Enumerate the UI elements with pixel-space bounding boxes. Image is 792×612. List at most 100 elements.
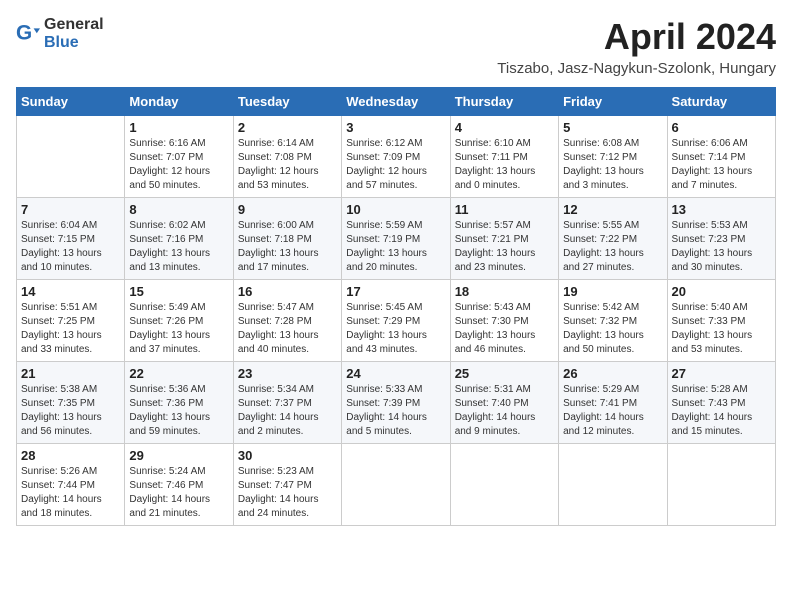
calendar-cell: 8 Sunrise: 6:02 AM Sunset: 7:16 PM Daylig… [125, 198, 233, 280]
day-number: 25 [455, 366, 554, 381]
calendar-header-row: SundayMondayTuesdayWednesdayThursdayFrid… [17, 88, 776, 116]
day-number: 13 [672, 202, 771, 217]
day-number: 11 [455, 202, 554, 217]
calendar-cell: 12 Sunrise: 5:55 AM Sunset: 7:22 PM Dayli… [559, 198, 667, 280]
calendar-cell: 26Sunrise: 5:29 AM Sunset: 7:41 PM Dayli… [559, 362, 667, 444]
calendar-cell [667, 444, 775, 526]
day-info: Sunrise: 5:31 AM Sunset: 7:40 PM Dayligh… [455, 383, 554, 439]
day-info: Sunrise: 5:36 AM Sunset: 7:36 PM Dayligh… [129, 383, 228, 439]
day-header-monday: Monday [125, 88, 233, 116]
calendar-cell: 2 Sunrise: 6:14 AM Sunset: 7:08 PM Daylig… [233, 116, 341, 198]
logo: G General Blue [16, 16, 104, 51]
calendar-table: SundayMondayTuesdayWednesdayThursdayFrid… [16, 87, 776, 526]
day-header-wednesday: Wednesday [342, 88, 450, 116]
location-title: Tiszabo, Jasz-Nagykun-Szolonk, Hungary [497, 60, 776, 77]
page-header: G General Blue April 2024 Tiszabo, Jasz-… [16, 16, 776, 77]
day-info: Sunrise: 5:33 AM Sunset: 7:39 PM Dayligh… [346, 383, 445, 439]
calendar-cell: 30 Sunrise: 5:23 AM Sunset: 7:47 PM Dayli… [233, 444, 341, 526]
day-info: Sunrise: 6:12 AM Sunset: 7:09 PM Dayligh… [346, 137, 445, 193]
calendar-cell: 6 Sunrise: 6:06 AM Sunset: 7:14 PM Daylig… [667, 116, 775, 198]
day-number: 23 [238, 366, 337, 381]
day-info: Sunrise: 6:16 AM Sunset: 7:07 PM Dayligh… [129, 137, 228, 193]
day-info: Sunrise: 6:00 AM Sunset: 7:18 PM Dayligh… [238, 219, 337, 275]
day-info: Sunrise: 5:23 AM Sunset: 7:47 PM Dayligh… [238, 465, 337, 521]
calendar-cell: 23 Sunrise: 5:34 AM Sunset: 7:37 PM Dayli… [233, 362, 341, 444]
day-number: 21 [21, 366, 120, 381]
day-number: 8 [129, 202, 228, 217]
calendar-week-2: 7 Sunrise: 6:04 AM Sunset: 7:15 PM Daylig… [17, 198, 776, 280]
day-info: Sunrise: 5:55 AM Sunset: 7:22 PM Dayligh… [563, 219, 662, 275]
day-number: 14 [21, 284, 120, 299]
day-number: 17 [346, 284, 445, 299]
calendar-cell: 4Sunrise: 6:10 AM Sunset: 7:11 PM Daylig… [450, 116, 558, 198]
calendar-cell: 17 Sunrise: 5:45 AM Sunset: 7:29 PM Dayli… [342, 280, 450, 362]
day-info: Sunrise: 5:53 AM Sunset: 7:23 PM Dayligh… [672, 219, 771, 275]
month-title: April 2024 [497, 16, 776, 58]
day-info: Sunrise: 5:24 AM Sunset: 7:46 PM Dayligh… [129, 465, 228, 521]
calendar-cell: 15Sunrise: 5:49 AM Sunset: 7:26 PM Dayli… [125, 280, 233, 362]
day-info: Sunrise: 6:14 AM Sunset: 7:08 PM Dayligh… [238, 137, 337, 193]
day-number: 30 [238, 448, 337, 463]
calendar-cell: 18 Sunrise: 5:43 AM Sunset: 7:30 PM Dayli… [450, 280, 558, 362]
day-info: Sunrise: 5:49 AM Sunset: 7:26 PM Dayligh… [129, 301, 228, 357]
calendar-cell: 3 Sunrise: 6:12 AM Sunset: 7:09 PM Daylig… [342, 116, 450, 198]
day-info: Sunrise: 5:45 AM Sunset: 7:29 PM Dayligh… [346, 301, 445, 357]
day-info: Sunrise: 5:51 AM Sunset: 7:25 PM Dayligh… [21, 301, 120, 357]
calendar-cell: 28 Sunrise: 5:26 AM Sunset: 7:44 PM Dayli… [17, 444, 125, 526]
day-info: Sunrise: 5:47 AM Sunset: 7:28 PM Dayligh… [238, 301, 337, 357]
logo-text: General Blue [44, 16, 104, 51]
day-info: Sunrise: 5:26 AM Sunset: 7:44 PM Dayligh… [21, 465, 120, 521]
day-number: 4 [455, 120, 554, 135]
day-header-sunday: Sunday [17, 88, 125, 116]
calendar-cell: 5Sunrise: 6:08 AM Sunset: 7:12 PM Daylig… [559, 116, 667, 198]
calendar-cell: 14 Sunrise: 5:51 AM Sunset: 7:25 PM Dayli… [17, 280, 125, 362]
calendar-cell: 21 Sunrise: 5:38 AM Sunset: 7:35 PM Dayli… [17, 362, 125, 444]
calendar-cell: 19 Sunrise: 5:42 AM Sunset: 7:32 PM Dayli… [559, 280, 667, 362]
calendar-cell: 25 Sunrise: 5:31 AM Sunset: 7:40 PM Dayli… [450, 362, 558, 444]
day-header-tuesday: Tuesday [233, 88, 341, 116]
day-info: Sunrise: 5:59 AM Sunset: 7:19 PM Dayligh… [346, 219, 445, 275]
day-info: Sunrise: 5:42 AM Sunset: 7:32 PM Dayligh… [563, 301, 662, 357]
day-header-friday: Friday [559, 88, 667, 116]
calendar-cell: 22Sunrise: 5:36 AM Sunset: 7:36 PM Dayli… [125, 362, 233, 444]
calendar-cell: 10 Sunrise: 5:59 AM Sunset: 7:19 PM Dayli… [342, 198, 450, 280]
day-number: 16 [238, 284, 337, 299]
calendar-cell [342, 444, 450, 526]
day-number: 2 [238, 120, 337, 135]
calendar-cell: 24 Sunrise: 5:33 AM Sunset: 7:39 PM Dayli… [342, 362, 450, 444]
calendar-cell: 27 Sunrise: 5:28 AM Sunset: 7:43 PM Dayli… [667, 362, 775, 444]
day-info: Sunrise: 6:04 AM Sunset: 7:15 PM Dayligh… [21, 219, 120, 275]
day-number: 3 [346, 120, 445, 135]
day-number: 28 [21, 448, 120, 463]
day-number: 1 [129, 120, 228, 135]
svg-text:G: G [16, 22, 32, 45]
calendar-cell [559, 444, 667, 526]
day-header-thursday: Thursday [450, 88, 558, 116]
title-area: April 2024 Tiszabo, Jasz-Nagykun-Szolonk… [497, 16, 776, 77]
day-info: Sunrise: 5:38 AM Sunset: 7:35 PM Dayligh… [21, 383, 120, 439]
day-info: Sunrise: 5:40 AM Sunset: 7:33 PM Dayligh… [672, 301, 771, 357]
day-number: 18 [455, 284, 554, 299]
calendar-week-4: 21 Sunrise: 5:38 AM Sunset: 7:35 PM Dayli… [17, 362, 776, 444]
day-number: 20 [672, 284, 771, 299]
day-number: 7 [21, 202, 120, 217]
day-number: 6 [672, 120, 771, 135]
day-info: Sunrise: 5:34 AM Sunset: 7:37 PM Dayligh… [238, 383, 337, 439]
day-number: 10 [346, 202, 445, 217]
day-number: 19 [563, 284, 662, 299]
calendar-week-5: 28 Sunrise: 5:26 AM Sunset: 7:44 PM Dayli… [17, 444, 776, 526]
calendar-cell [17, 116, 125, 198]
day-number: 12 [563, 202, 662, 217]
day-info: Sunrise: 6:02 AM Sunset: 7:16 PM Dayligh… [129, 219, 228, 275]
day-info: Sunrise: 5:43 AM Sunset: 7:30 PM Dayligh… [455, 301, 554, 357]
day-number: 27 [672, 366, 771, 381]
day-info: Sunrise: 5:29 AM Sunset: 7:41 PM Dayligh… [563, 383, 662, 439]
calendar-cell: 1 Sunrise: 6:16 AM Sunset: 7:07 PM Daylig… [125, 116, 233, 198]
logo-icon: G [16, 22, 40, 46]
day-info: Sunrise: 6:06 AM Sunset: 7:14 PM Dayligh… [672, 137, 771, 193]
calendar-week-3: 14 Sunrise: 5:51 AM Sunset: 7:25 PM Dayli… [17, 280, 776, 362]
calendar-cell: 16 Sunrise: 5:47 AM Sunset: 7:28 PM Dayli… [233, 280, 341, 362]
day-number: 24 [346, 366, 445, 381]
day-info: Sunrise: 5:28 AM Sunset: 7:43 PM Dayligh… [672, 383, 771, 439]
day-info: Sunrise: 5:57 AM Sunset: 7:21 PM Dayligh… [455, 219, 554, 275]
